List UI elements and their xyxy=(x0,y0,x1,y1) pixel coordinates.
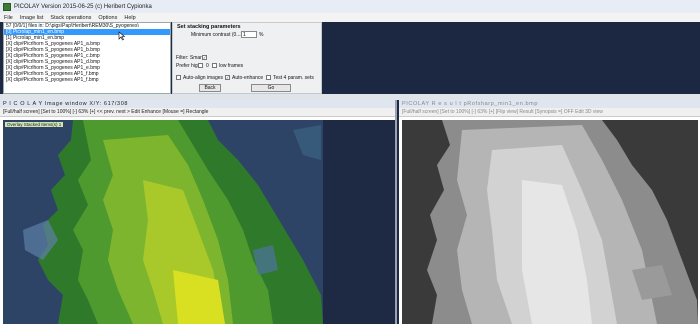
menu-help[interactable]: Help xyxy=(124,15,135,21)
result-window-title: PICOLAY R e s u l t pRofsharp_min1_en.bm… xyxy=(399,100,700,108)
mouse-cursor-icon xyxy=(118,31,126,41)
result-window: PICOLAY R e s u l t pRofsharp_min1_en.bm… xyxy=(399,100,700,324)
filter-label: Filter: Smart xyxy=(176,55,204,61)
test-4-params-label: Test 4 param. sets xyxy=(273,75,314,81)
stacking-parameters-panel: Set stacking parameters Minimum contrast… xyxy=(172,22,322,94)
stacked-sem-image[interactable] xyxy=(3,120,323,324)
menu-options[interactable]: Options xyxy=(98,15,117,21)
overlay-label: Overlay Stacked Items(s) 1 xyxy=(5,122,64,127)
params-title: Set stacking parameters xyxy=(177,24,241,30)
image-window-title: P I C O L A Y Image window X/Y: 617/308 xyxy=(0,100,395,108)
result-window-toolbar[interactable]: [Full/half screen] [Set to 100%] [-] 63%… xyxy=(399,108,700,117)
auto-align-checkbox[interactable] xyxy=(176,75,181,80)
auto-enhance-checkbox[interactable]: ✓ xyxy=(225,75,230,80)
auto-align-label: Auto-align images xyxy=(183,75,224,81)
result-sem-image[interactable] xyxy=(402,120,698,324)
go-button[interactable]: Go xyxy=(251,84,291,92)
list-item[interactable]: [X] clip#Picrlhorn S_pyogenes AP1_f.bmp xyxy=(4,77,170,83)
prefer-high-label: Prefer high xyxy=(176,63,201,69)
empty-workspace xyxy=(322,22,700,94)
prefer-high-checkbox[interactable] xyxy=(198,63,203,68)
min-contrast-input[interactable] xyxy=(241,31,257,38)
filter-smart-checkbox[interactable]: ✓ xyxy=(202,55,207,60)
app-icon xyxy=(3,2,11,11)
image-window: P I C O L A Y Image window X/Y: 617/308 … xyxy=(0,100,397,324)
menu-image-list[interactable]: Image list xyxy=(20,15,44,21)
title-bar: PICOLAY Version 2015-06-25 (c) Heribert … xyxy=(0,0,700,13)
low-frames-checkbox[interactable] xyxy=(212,63,217,68)
file-list[interactable]: 57 [0/0/1] files in: D:\pigs\Pap\Heriber… xyxy=(3,22,171,94)
menu-bar: File Image list Stack operations Options… xyxy=(0,13,700,22)
back-button[interactable]: Back xyxy=(199,84,221,92)
auto-enhance-label: Auto-enhance xyxy=(232,75,264,81)
low-frames-label: low frames xyxy=(219,63,244,69)
app-title: PICOLAY Version 2015-06-25 (c) Heribert … xyxy=(14,3,152,10)
menu-file[interactable]: File xyxy=(4,15,13,21)
min-contrast-label: Minimum contrast (0...30) xyxy=(191,32,248,38)
min-contrast-unit: % xyxy=(259,32,264,38)
image-window-toolbar[interactable]: [Full/half screen] [Set to 100%] [-] 63%… xyxy=(0,108,395,117)
image-window-margin xyxy=(323,120,395,324)
menu-stack-operations[interactable]: Stack operations xyxy=(50,15,91,21)
test-4-params-checkbox[interactable] xyxy=(266,75,271,80)
prefer-value: 0 xyxy=(206,63,209,69)
